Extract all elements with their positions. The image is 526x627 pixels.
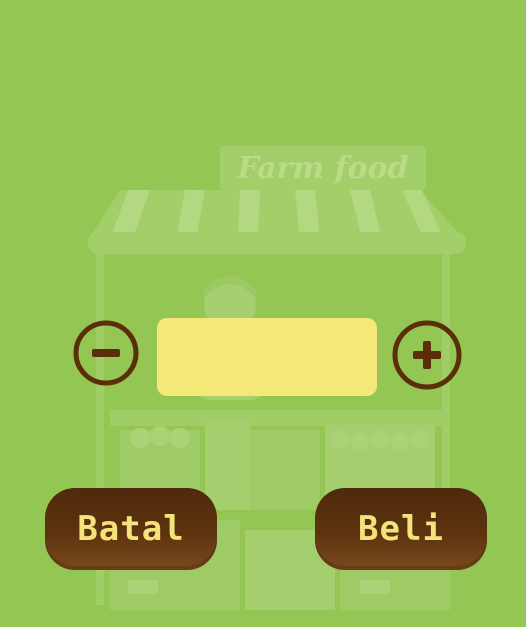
buy-button-label: Beli <box>358 509 444 549</box>
increase-quantity-button[interactable] <box>392 320 462 390</box>
decrease-quantity-button[interactable] <box>73 320 139 386</box>
quantity-field[interactable] <box>157 318 377 396</box>
plus-circle-icon <box>392 320 462 390</box>
buy-button[interactable]: Beli <box>315 488 487 570</box>
cancel-button[interactable]: Batal <box>45 488 217 570</box>
minus-circle-icon <box>73 320 139 386</box>
purchase-dialog: Farm food Batal Beli <box>0 0 526 627</box>
stall-sign-text: Farm food <box>237 151 409 186</box>
cancel-button-label: Batal <box>77 509 185 549</box>
